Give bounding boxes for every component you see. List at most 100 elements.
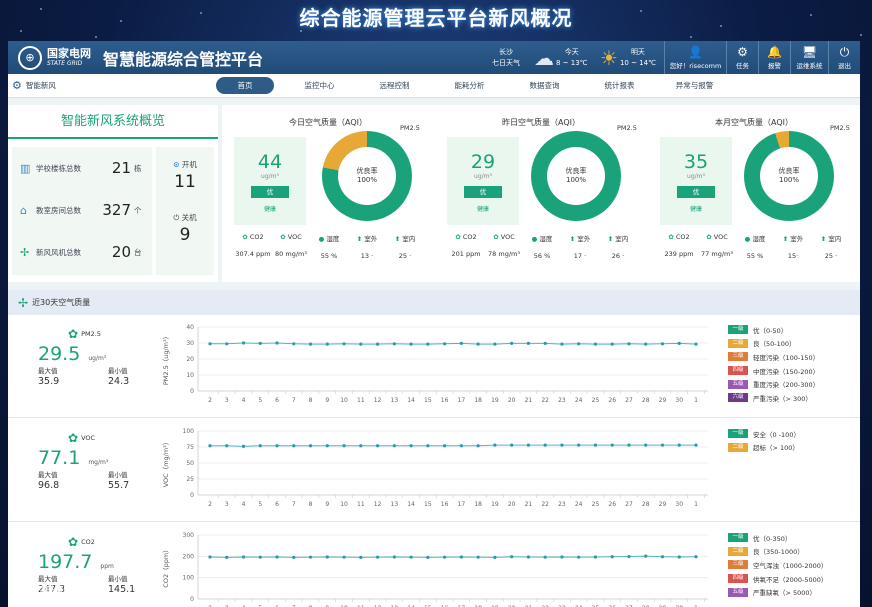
x-tick-label: 4 xyxy=(242,501,246,508)
legend-text: 优（0-50） xyxy=(753,326,788,335)
tab-remote-control[interactable]: 远程控制 xyxy=(357,80,432,91)
x-tick-label: 9 xyxy=(325,397,329,404)
weather-today: ☁ 今天 8 ~ 13℃ xyxy=(534,46,592,70)
outdoor-temp-icon: ⬆ xyxy=(356,235,363,243)
data-point xyxy=(526,443,531,447)
x-tick-label: 17 xyxy=(458,397,466,404)
y-axis-title: CO2（ppm） xyxy=(162,546,170,587)
tab-alarms[interactable]: 异常与报警 xyxy=(657,80,732,91)
outdoor-temp-icon: ⬆ xyxy=(569,235,576,243)
alarm-button[interactable]: 🔔 报警 xyxy=(758,41,790,74)
x-tick-label: 29 xyxy=(659,397,667,404)
x-tick-label: 10 xyxy=(340,397,348,404)
x-tick-label: 2 xyxy=(208,397,212,404)
top-header: ⊕ 国家电网 STATE GRID 智慧能源综合管控平台 长沙 七日天气 ☁ 今… xyxy=(8,41,860,74)
max-stat: 最大值 96.8 xyxy=(38,469,108,491)
data-point xyxy=(208,555,212,559)
humidity-icon: ● xyxy=(744,235,751,243)
legend-tag: 二级 xyxy=(728,546,748,556)
tab-monitor[interactable]: 监控中心 xyxy=(282,80,357,91)
stat-label: CO2 xyxy=(249,233,264,241)
building-count-row: ▥ 学校楼栋总数 21 栋 xyxy=(12,147,152,189)
x-tick-label: 1 xyxy=(694,501,698,508)
user-menu[interactable]: 👤 您好！risecomm xyxy=(664,41,726,74)
rate-label: 优良率 xyxy=(356,166,378,175)
tab-home[interactable]: 首页 xyxy=(216,77,274,94)
x-tick-label: 26 xyxy=(608,397,616,404)
legend-item: 一级 优（0-350） xyxy=(728,531,853,545)
data-point xyxy=(208,444,212,448)
legend-item: 三级 空气浑浊（1000-2000） xyxy=(728,558,853,572)
aqi-title: 本月空气质量（AQI） xyxy=(715,118,793,127)
city-name: 长沙 xyxy=(499,48,513,56)
classroom-count-unit: 个 xyxy=(134,205,142,215)
voc-icon: ✿ xyxy=(706,233,712,241)
logout-button[interactable]: ⏻ 退出 xyxy=(828,41,860,74)
data-point xyxy=(593,342,598,346)
power-off-label: 关机 xyxy=(181,213,197,222)
x-tick-label: 7 xyxy=(292,501,296,508)
data-point xyxy=(593,443,598,447)
level-legend: 一级 优（0-50） 二级 良（50-100） 三级 轻度污染（100-150） 四级 中度污… xyxy=(728,323,853,405)
fan-count-label: 新风风机总数 xyxy=(36,247,81,257)
data-point xyxy=(275,444,279,448)
data-point xyxy=(644,443,648,447)
data-point xyxy=(241,341,246,345)
stat-label: 湿度 xyxy=(752,235,766,243)
x-tick-label: 17 xyxy=(458,501,466,508)
data-point xyxy=(459,444,463,448)
data-point xyxy=(493,342,497,346)
x-tick-label: 11 xyxy=(357,501,365,508)
tab-energy-analysis[interactable]: 能耗分析 xyxy=(432,80,507,91)
sun-icon: ☀ xyxy=(600,45,618,70)
today-temp: 8 ~ 13℃ xyxy=(556,58,588,67)
legend-text: 中度污染（150-200） xyxy=(753,367,820,376)
tab-data-query[interactable]: 数据查询 xyxy=(507,80,582,91)
ops-system-button[interactable]: 🖥 运维系统 xyxy=(790,41,828,74)
today-label: 今天 xyxy=(564,48,579,56)
classroom-count-row: ⌂ 教室房间总数 327 个 xyxy=(12,189,152,231)
aqi-stat: ● 湿度 55 % xyxy=(310,233,348,260)
data-point xyxy=(409,555,413,559)
aqi-card: 本月空气质量（AQI） 35 ug/m³ 优 健康 PM2.5 优良率 100%… xyxy=(648,105,860,282)
data-point xyxy=(292,342,296,346)
x-tick-label: 24 xyxy=(575,501,583,508)
aqi-donut: 优良率 100% xyxy=(322,131,412,221)
data-point xyxy=(325,444,329,448)
weather-widget[interactable]: 长沙 七日天气 ☁ 今天 8 ~ 13℃ ☀ 明天 10 ~ 14℃ xyxy=(486,41,658,74)
data-point xyxy=(275,555,279,559)
legend-item: 四级 中度污染（150-200） xyxy=(728,364,853,378)
data-point xyxy=(208,342,212,346)
data-point xyxy=(577,342,581,346)
data-point xyxy=(392,342,396,346)
aqi-stat: ✿ CO2 307.4 ppm xyxy=(234,233,272,260)
aqi-health: 健康 xyxy=(689,206,702,213)
legend-item: 一级 优（0-50） xyxy=(728,323,853,337)
task-button[interactable]: ⚙ 任务 xyxy=(726,41,758,74)
data-point xyxy=(443,444,447,448)
tab-reports[interactable]: 统计报表 xyxy=(582,80,657,91)
x-tick-label: 25 xyxy=(592,501,600,508)
x-tick-label: 26 xyxy=(608,501,616,508)
data-point xyxy=(459,555,463,559)
stat-label: 湿度 xyxy=(326,235,340,243)
legend-text: 重度污染（200-300） xyxy=(753,381,820,390)
brand: ⊕ 国家电网 STATE GRID 智慧能源综合管控平台 xyxy=(8,45,486,70)
legend-item: 二级 良（50-100） xyxy=(728,337,853,351)
power-on-value: 11 xyxy=(174,172,196,192)
data-point xyxy=(543,555,547,559)
aqi-stats: ✿ CO2 201 ppm ✿ VOC 78 mg/m³ ● 湿度 56 % ⬆… xyxy=(447,233,647,260)
x-tick-label: 13 xyxy=(391,501,399,508)
trend-chart: CO2（ppm）01002003002345678910111213141516… xyxy=(162,532,708,607)
data-point xyxy=(593,555,598,559)
legend-text: 严重污染（> 300） xyxy=(753,394,812,403)
classroom-count-label: 教室房间总数 xyxy=(36,205,81,215)
rate-value: 100% xyxy=(778,176,799,184)
aqi-donut-center: 优良率 100% xyxy=(760,147,818,205)
legend-item: 六级 严重污染（> 300） xyxy=(728,391,853,405)
legend-text: 轻度污染（100-150） xyxy=(753,353,820,362)
data-point xyxy=(342,444,346,448)
x-tick-label: 14 xyxy=(407,397,415,404)
aqi-level-badge: 优 xyxy=(464,186,502,198)
y-tick-label: 0 xyxy=(190,492,194,499)
